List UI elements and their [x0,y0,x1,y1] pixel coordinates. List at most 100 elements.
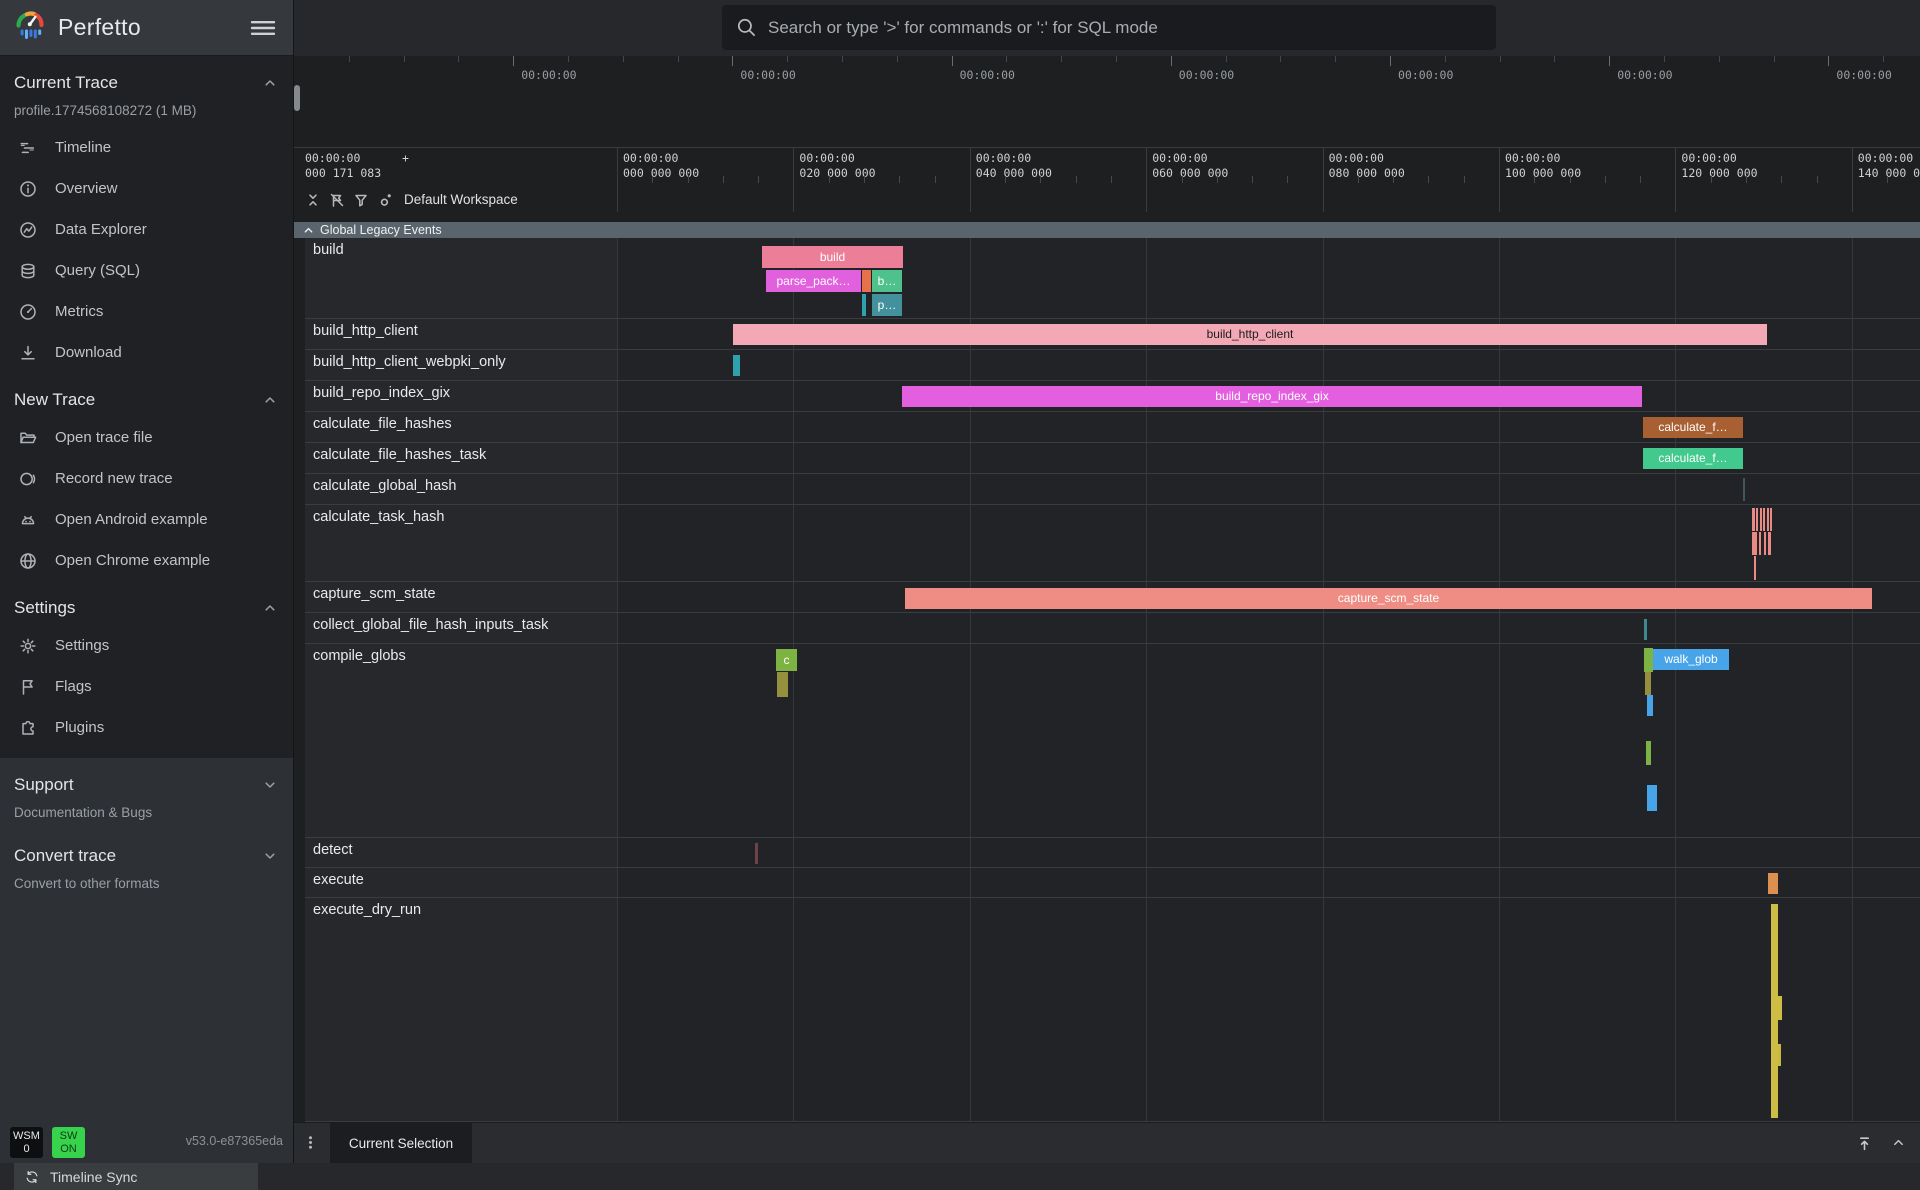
track-canvas[interactable]: buildbuildparse_pack…b…p…build_http_clie… [294,238,1920,1122]
track-group-header[interactable]: Global Legacy Events [294,222,1920,238]
track-label[interactable]: detect [305,838,617,867]
panel-menu-icon[interactable] [302,1134,319,1151]
slice[interactable] [1778,1044,1781,1066]
track-row-calculate_global_hash[interactable]: calculate_global_hash [294,474,1920,505]
slice[interactable] [1752,508,1755,531]
slice[interactable] [862,270,871,292]
slice-walk_glob[interactable]: walk_glob [1653,649,1729,670]
slice-calculate_f[interactable]: calculate_f… [1643,417,1743,438]
track-label[interactable]: execute_dry_run [305,898,617,1121]
slice[interactable] [1754,556,1756,580]
slice[interactable] [1768,532,1771,555]
track-row-detect[interactable]: detect [294,838,1920,868]
track-label[interactable]: calculate_global_hash [305,474,617,504]
sidebar-item-plugins[interactable]: Plugins [0,707,293,748]
slice[interactable] [1760,508,1763,531]
track-label[interactable]: build_http_client_webpki_only [305,350,617,380]
sidebar-item-data-explorer[interactable]: Data Explorer [0,209,293,250]
sidebar-item-overview[interactable]: Overview [0,168,293,209]
slice[interactable] [1645,672,1651,695]
timeline-ruler[interactable]: 00:00:00 + 000 171 083 00:00:00 000 000 … [294,147,1920,212]
track-row-build_http_client_webpki_only[interactable]: build_http_client_webpki_only [294,350,1920,381]
slice[interactable] [1752,532,1757,555]
slice[interactable] [862,294,866,316]
track-row-capture_scm_state[interactable]: capture_scm_state capture_scm_state [294,582,1920,613]
timeline-sync-button[interactable]: Timeline Sync [14,1163,258,1190]
track-label[interactable]: build_http_client [305,319,617,349]
slice-calculate_f[interactable]: calculate_f… [1643,448,1743,469]
track-row-compile_globs[interactable]: compile_globs c walk_glob [294,644,1920,838]
slice[interactable] [1778,996,1782,1020]
track-row-build_http_client[interactable]: build_http_client build_http_client [294,319,1920,350]
slice[interactable] [1743,478,1745,501]
slice-c[interactable]: c [776,649,797,671]
slice[interactable] [1763,508,1765,531]
section-heading[interactable]: Support [0,768,293,802]
section-heading[interactable]: New Trace [0,383,293,417]
track-label[interactable]: execute [305,868,617,897]
track-row-calculate_file_hashes_task[interactable]: calculate_file_hashes_task calculate_f… [294,443,1920,474]
slice-p[interactable]: p… [872,294,902,316]
sidebar-item-open-trace-file[interactable]: Open trace file [0,417,293,458]
track-row-build_repo_index_gix[interactable]: build_repo_index_gix build_repo_index_gix [294,381,1920,412]
panel-chevron-up-icon[interactable] [1891,1135,1906,1152]
track-label[interactable]: build_repo_index_gix [305,381,617,411]
timeline-overview[interactable]: 00:00:0000:00:0000:00:0000:00:0000:00:00… [294,56,1920,147]
overview-scroll-handle[interactable] [294,85,300,111]
workspace-icon[interactable] [377,191,394,208]
track-row-calculate_file_hashes[interactable]: calculate_file_hashes calculate_f… [294,412,1920,443]
slice[interactable] [777,672,788,697]
slice[interactable] [733,355,740,376]
slice-build_repo_index_gix[interactable]: build_repo_index_gix [902,386,1642,407]
slice-build[interactable]: build [762,246,903,268]
panel-expand-up-icon[interactable] [1856,1135,1873,1152]
sidebar-item-settings[interactable]: Settings [0,625,293,666]
collapse-tracks-icon[interactable] [305,192,321,208]
slice-build_http_client[interactable]: build_http_client [733,324,1767,345]
track-row-calculate_task_hash[interactable]: calculate_task_hash [294,505,1920,582]
filter-icon[interactable] [353,192,369,208]
sidebar-item-record-new-trace[interactable]: Record new trace [0,458,293,499]
track-row-build[interactable]: buildbuildparse_pack…b…p… [294,238,1920,319]
sidebar-item-open-android-example[interactable]: Open Android example [0,499,293,540]
slice-parse_pack[interactable]: parse_pack… [766,270,861,292]
track-label[interactable]: build [305,238,617,318]
tab-current-selection[interactable]: Current Selection [330,1123,472,1164]
slice[interactable] [1644,619,1647,640]
slice[interactable] [1767,508,1769,531]
slice[interactable] [755,843,758,864]
track-label[interactable]: calculate_file_hashes [305,412,617,442]
track-label[interactable]: calculate_file_hashes_task [305,443,617,473]
flag-off-icon[interactable] [329,192,345,208]
track-label[interactable]: collect_global_file_hash_inputs_task [305,613,617,643]
slice-b[interactable]: b… [872,270,902,292]
slice[interactable] [1756,508,1758,531]
sidebar-item-metrics[interactable]: Metrics [0,291,293,332]
slice-capture_scm_state[interactable]: capture_scm_state [905,588,1872,609]
sidebar-item-query-sql-[interactable]: Query (SQL) [0,250,293,291]
track-label[interactable]: compile_globs [305,644,617,837]
search-input[interactable] [722,5,1496,50]
sidebar-item-flags[interactable]: Flags [0,666,293,707]
slice[interactable] [1768,873,1778,894]
track-label[interactable]: calculate_task_hash [305,505,617,581]
track-row-collect_global_file_hash_inputs_task[interactable]: collect_global_file_hash_inputs_task [294,613,1920,644]
section-heading[interactable]: Current Trace [0,66,293,100]
omnibox[interactable] [722,5,1496,50]
sidebar-item-open-chrome-example[interactable]: Open Chrome example [0,540,293,581]
slice[interactable] [1647,695,1653,716]
slice[interactable] [1771,904,1778,1118]
workspace-label[interactable]: Default Workspace [404,192,518,207]
slice[interactable] [1759,532,1761,555]
slice[interactable] [1644,648,1653,672]
section-heading[interactable]: Convert trace [0,839,293,873]
menu-icon[interactable] [249,18,277,38]
slice[interactable] [1646,741,1651,765]
sidebar-item-download[interactable]: Download [0,332,293,373]
sidebar-item-timeline[interactable]: Timeline [0,127,293,168]
slice[interactable] [1770,508,1773,531]
track-row-execute_dry_run[interactable]: execute_dry_run [294,898,1920,1122]
track-row-execute[interactable]: execute [294,868,1920,898]
track-label[interactable]: capture_scm_state [305,582,617,612]
slice[interactable] [1647,785,1657,811]
